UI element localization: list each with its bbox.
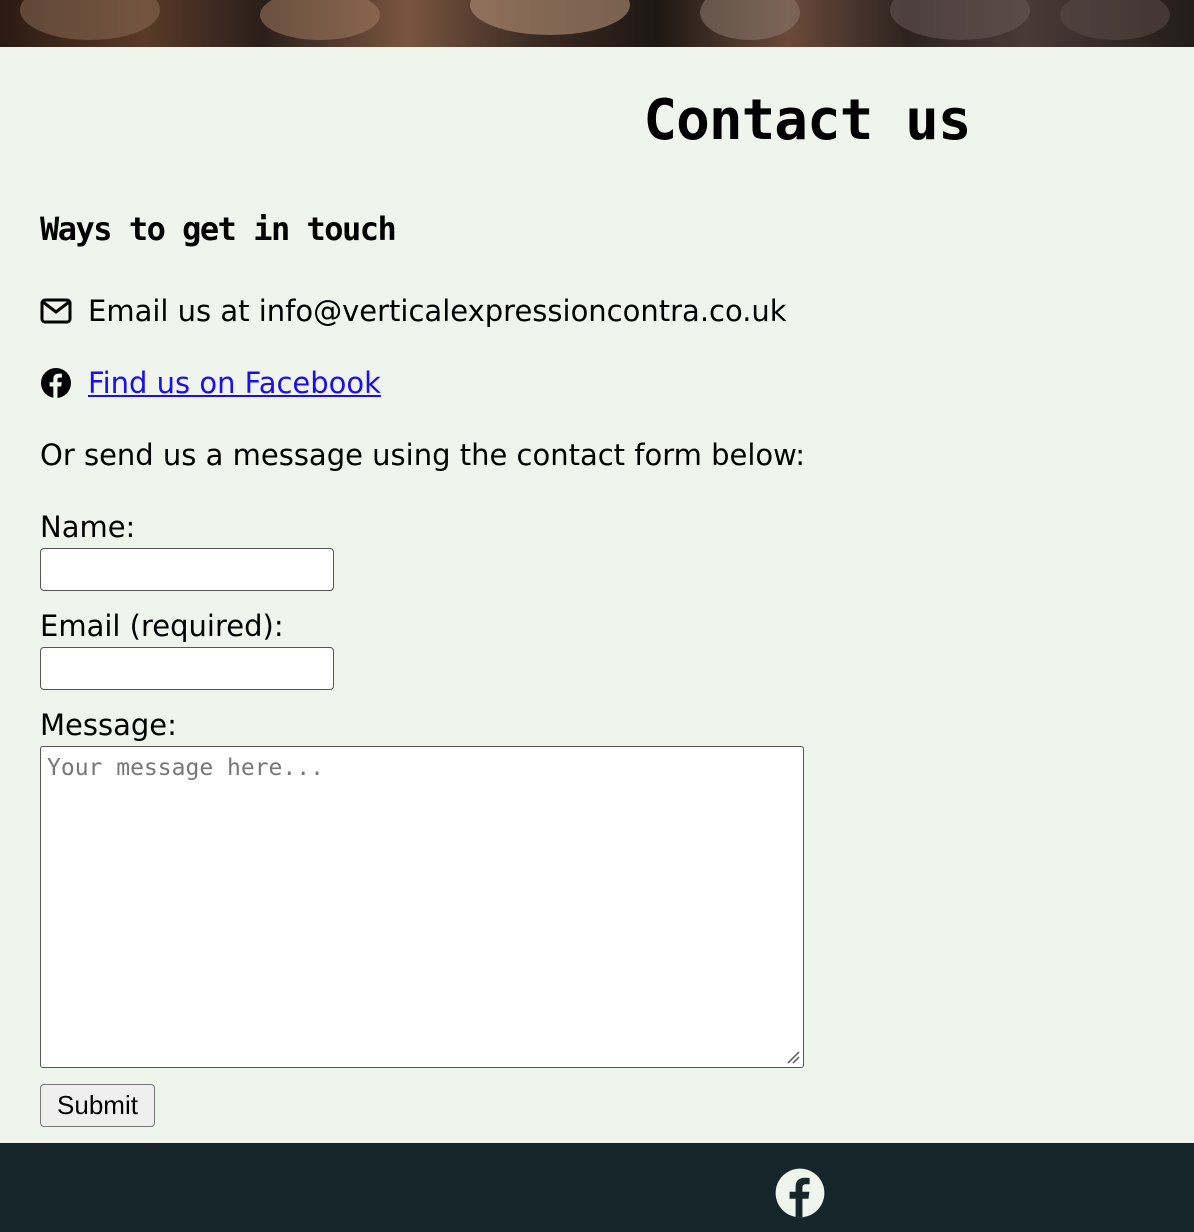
footer-facebook-icon[interactable] bbox=[774, 1167, 826, 1219]
submit-button[interactable]: Submit bbox=[40, 1084, 155, 1127]
facebook-contact-row: Find us on Facebook bbox=[40, 366, 381, 400]
message-label: Message: bbox=[40, 708, 177, 742]
resize-grip-icon[interactable] bbox=[786, 1050, 800, 1064]
facebook-link[interactable]: Find us on Facebook bbox=[88, 366, 381, 400]
hero-banner-image bbox=[0, 0, 1194, 47]
email-contact-text: Email us at info@verticalexpressioncontr… bbox=[88, 294, 787, 328]
form-intro-text: Or send us a message using the contact f… bbox=[40, 438, 806, 472]
name-input[interactable] bbox=[40, 548, 334, 591]
email-contact-row: Email us at info@verticalexpressioncontr… bbox=[40, 294, 787, 328]
page-title: Contact us bbox=[643, 88, 971, 153]
facebook-icon bbox=[40, 367, 72, 399]
message-textarea[interactable] bbox=[40, 746, 804, 1068]
email-label: Email (required): bbox=[40, 609, 284, 643]
envelope-icon bbox=[40, 295, 72, 327]
footer bbox=[0, 1143, 1194, 1232]
email-input[interactable] bbox=[40, 647, 334, 690]
name-label: Name: bbox=[40, 510, 136, 544]
section-subtitle: Ways to get in touch bbox=[40, 210, 397, 248]
